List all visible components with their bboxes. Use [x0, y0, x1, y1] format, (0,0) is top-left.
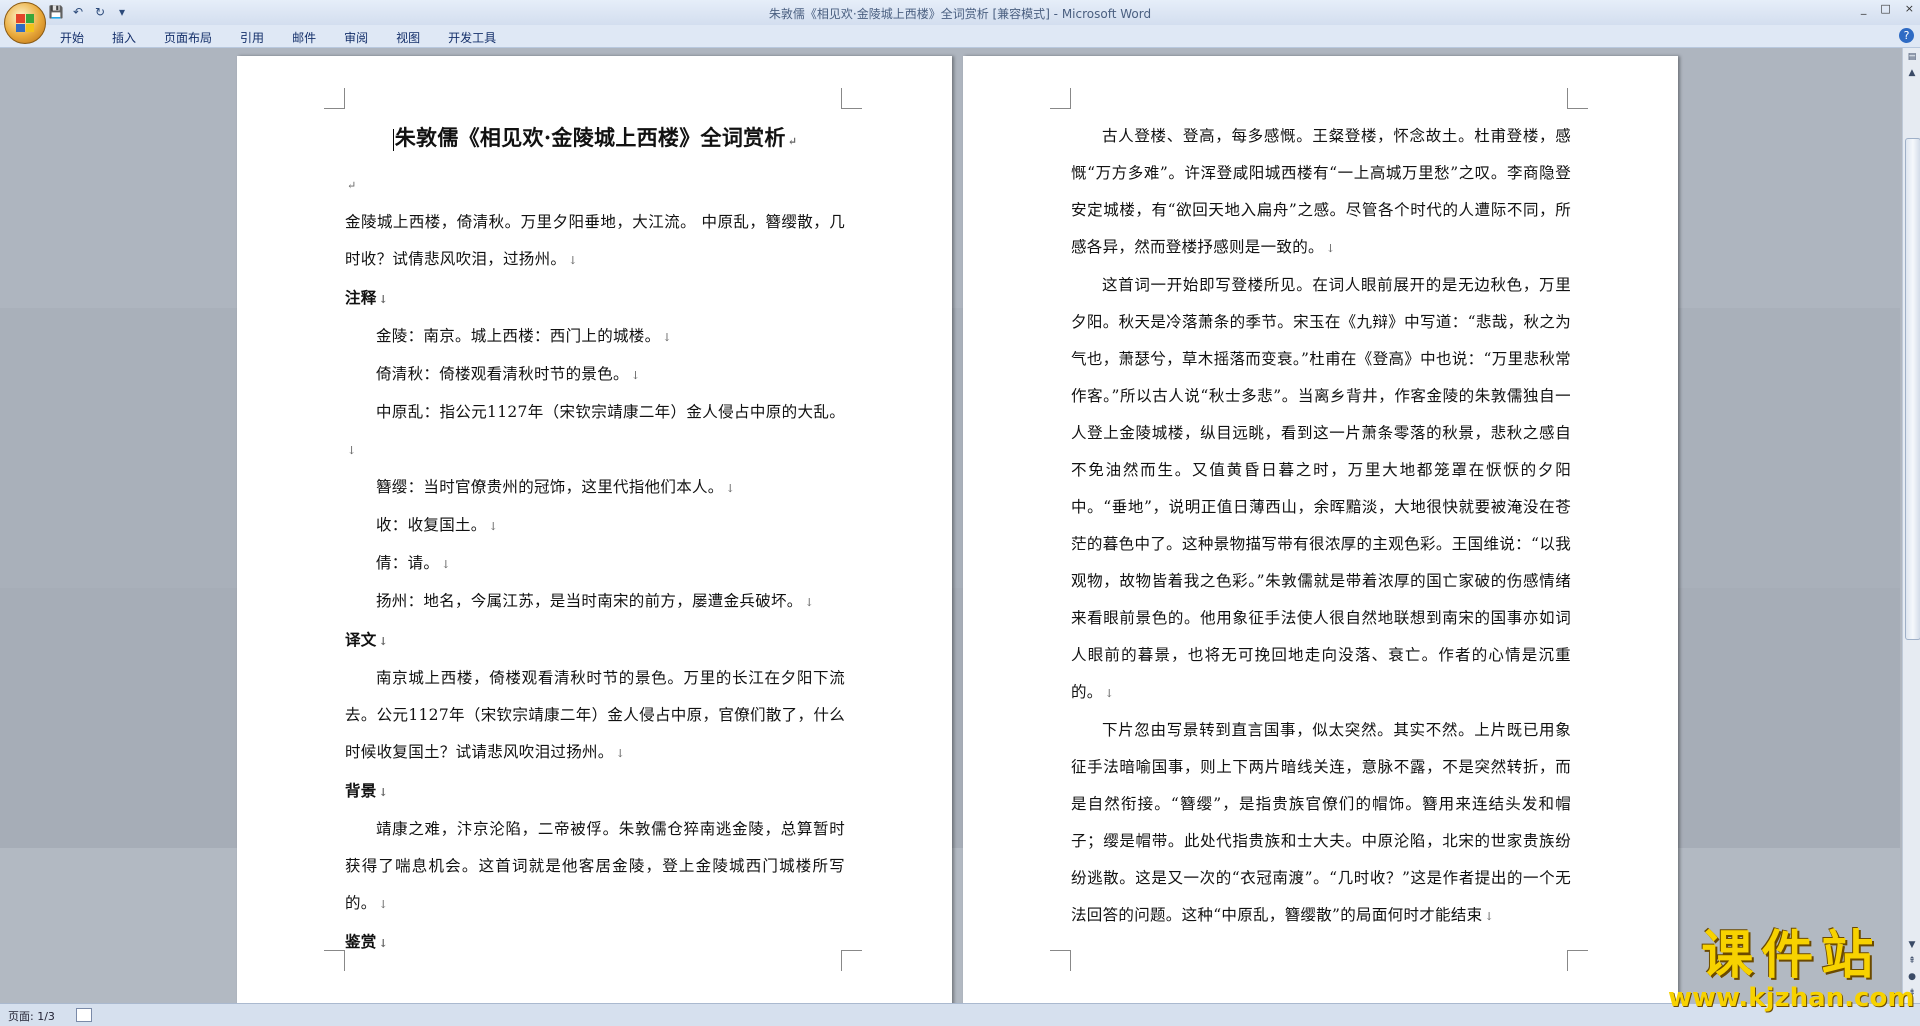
section-heading: 背景 ↓	[345, 772, 845, 811]
paragraph-text: 簪缨：当时官僚贵州的冠饰，这里代指他们本人。	[376, 478, 724, 496]
tab-review[interactable]: 审阅	[344, 29, 368, 46]
scroll-thumb[interactable]	[1905, 138, 1920, 640]
body-paragraph: 金陵城上西楼，倚清秋。万里夕阳垂地，大江流。 中原乱，簪缨散，几时收？试倩悲风吹…	[345, 204, 845, 279]
paragraph-mark: ↓	[630, 369, 641, 382]
empty-paragraph: ↵	[347, 179, 357, 192]
paragraph-text: 中原乱：指公元1127年（宋钦宗靖康二年）金人侵占中原的大乱。	[376, 403, 845, 421]
document-page-2[interactable]: 古人登楼、登高，每多感慨。王粲登楼，怀念故土。杜甫登楼，感慨“万方多难”。许浑登…	[963, 56, 1678, 1003]
paragraph-mark: ↓	[378, 786, 389, 799]
tab-page-layout[interactable]: 页面布局	[164, 29, 212, 46]
paragraph-mark: ↓	[441, 558, 451, 571]
maximize-button[interactable]: □	[1880, 2, 1890, 15]
body-paragraph: 倩：请。 ↓	[345, 545, 845, 583]
body-paragraph: 古人登楼、登高，每多感慨。王粲登楼，怀念故土。杜甫登楼，感慨“万方多难”。许浑登…	[1071, 118, 1571, 267]
paragraph-text: 背景	[345, 781, 377, 800]
crop-mark	[324, 950, 345, 971]
title-bar: 💾 ↶ ↻ ▾ 朱敦儒《相见欢·金陵城上西楼》全词赏析 [兼容模式] - Mic…	[0, 0, 1920, 25]
paragraph-mark: ↓	[1104, 687, 1115, 700]
paragraph-text: 扬州：地名，今属江苏，是当时南宋的前方，屡遭金兵破坏。	[376, 592, 803, 610]
paragraph-mark: ↓	[378, 293, 389, 306]
document-title: 朱敦儒《相见欢·金陵城上西楼》全词赏析 ↵	[392, 125, 798, 151]
tab-developer[interactable]: 开发工具	[448, 29, 496, 46]
office-button[interactable]	[4, 2, 46, 44]
body-paragraph: 金陵：南京。城上西楼：西门上的城楼。 ↓	[345, 318, 845, 356]
window-title: 朱敦儒《相见欢·金陵城上西楼》全词赏析 [兼容模式] - Microsoft W…	[768, 7, 1152, 21]
crop-mark	[324, 88, 345, 109]
body-paragraph: 南京城上西楼，倚楼观看清秋时节的景色。万里的长江在夕阳下流去。公元1127年（宋…	[345, 660, 845, 772]
ribbon-tab-bar: 开始 插入 页面布局 引用 邮件 审阅 视图 开发工具 ?	[0, 25, 1920, 48]
paragraph-text: 这首词一开始即写登楼所见。在词人眼前展开的是无边秋色，万里夕阳。秋天是冷落萧条的…	[1071, 276, 1571, 701]
paragraph-text: 鉴赏	[345, 932, 377, 951]
paragraph-mark: ↓	[488, 520, 499, 533]
paragraph-mark: ↓	[804, 596, 815, 609]
crop-mark	[1567, 88, 1588, 109]
tab-home[interactable]: 开始	[60, 29, 84, 46]
page-indicator[interactable]: 页面: 1/3	[8, 1008, 55, 1024]
help-icon[interactable]: ?	[1899, 28, 1914, 43]
paragraph-text: 金陵：南京。城上西楼：西门上的城楼。	[376, 327, 661, 345]
watermark-url: www.kjzhan.com	[1668, 983, 1915, 1013]
scroll-up-icon[interactable]: ▲	[1905, 66, 1919, 80]
paragraph-text: 倩：请。	[376, 554, 440, 572]
body-paragraph: 下片忽由写景转到直言国事，似太突然。其实不然。上片既已用象征手法暗喻国事，则上下…	[1071, 712, 1571, 935]
paragraph-mark: ↓	[1484, 910, 1494, 923]
section-heading: 鉴赏 ↓	[345, 923, 845, 962]
crop-mark	[1050, 950, 1071, 971]
paragraph-mark: ↓	[662, 331, 672, 344]
body-paragraph: 这首词一开始即写登楼所见。在词人眼前展开的是无边秋色，万里夕阳。秋天是冷落萧条的…	[1071, 267, 1571, 712]
office-logo-icon	[16, 14, 34, 32]
paragraph-mark: ↓	[568, 254, 578, 267]
paragraph-text: 译文	[345, 630, 377, 649]
crop-mark	[841, 88, 862, 109]
proofing-icon[interactable]	[76, 1008, 92, 1022]
watermark-logo: 课件站 www.kjzhan.com	[1668, 928, 1914, 1012]
paragraph-mark: ↓	[347, 444, 357, 457]
section-heading: 注释 ↓	[345, 279, 845, 318]
paragraph-text: 注释	[345, 288, 377, 307]
paragraph-mark: ↓	[1325, 242, 1336, 255]
body-paragraph: 靖康之难，汴京沦陷，二帝被俘。朱敦儒仓猝南逃金陵，总算暂时获得了喘息机会。这首词…	[345, 811, 845, 923]
crop-mark	[1567, 950, 1588, 971]
document-workspace: 朱敦儒《相见欢·金陵城上西楼》全词赏析 ↵ ↵ 金陵城上西楼，倚清秋。万里夕阳垂地…	[0, 48, 1900, 1003]
ribbon-tabs: 开始 插入 页面布局 引用 邮件 审阅 视图 开发工具	[60, 29, 496, 46]
document-page-1[interactable]: 朱敦儒《相见欢·金陵城上西楼》全词赏析 ↵ ↵ 金陵城上西楼，倚清秋。万里夕阳垂地…	[237, 56, 952, 1003]
ruler-toggle-icon[interactable]: ▤	[1905, 50, 1919, 64]
paragraph-mark: ↓	[378, 635, 389, 648]
tab-references[interactable]: 引用	[240, 29, 264, 46]
body-paragraph: 簪缨：当时官僚贵州的冠饰，这里代指他们本人。 ↓	[345, 469, 845, 507]
paragraph-text: 下片忽由写景转到直言国事，似太突然。其实不然。上片既已用象征手法暗喻国事，则上下…	[1071, 721, 1571, 924]
page-1-body: 金陵城上西楼，倚清秋。万里夕阳垂地，大江流。 中原乱，簪缨散，几时收？试倩悲风吹…	[345, 204, 845, 962]
paragraph-text: 倚清秋：倚楼观看清秋时节的景色。	[376, 365, 629, 383]
minimize-button[interactable]: _	[1861, 2, 1867, 15]
body-paragraph: 倚清秋：倚楼观看清秋时节的景色。 ↓	[345, 356, 845, 394]
tab-mailings[interactable]: 邮件	[292, 29, 316, 46]
paragraph-mark: ↓	[378, 898, 389, 911]
page-1-content: 朱敦儒《相见欢·金陵城上西楼》全词赏析 ↵ ↵ 金陵城上西楼，倚清秋。万里夕阳垂地…	[345, 118, 845, 962]
page-2-body: 古人登楼、登高，每多感慨。王粲登楼，怀念故土。杜甫登楼，感慨“万方多难”。许浑登…	[1071, 118, 1571, 935]
paragraph-mark: ↓	[725, 482, 736, 495]
status-bar: 页面: 1/3	[0, 1003, 1920, 1026]
vertical-scrollbar[interactable]: ▤ ▲ ▼ ⇞ ● ⇟	[1902, 48, 1920, 1003]
window-controls: _ □ ×	[1861, 2, 1914, 15]
paragraph-text: 收：收复国土。	[376, 516, 487, 534]
section-heading: 译文 ↓	[345, 621, 845, 660]
close-button[interactable]: ×	[1905, 2, 1914, 15]
body-paragraph: 扬州：地名，今属江苏，是当时南宋的前方，屡遭金兵破坏。 ↓	[345, 583, 845, 621]
page-2-content: 古人登楼、登高，每多感慨。王粲登楼，怀念故土。杜甫登楼，感慨“万方多难”。许浑登…	[1071, 118, 1571, 935]
paragraph-mark: ↓	[615, 747, 626, 760]
paragraph-text: 古人登楼、登高，每多感慨。王粲登楼，怀念故土。杜甫登楼，感慨“万方多难”。许浑登…	[1071, 127, 1571, 256]
tab-view[interactable]: 视图	[396, 29, 420, 46]
paragraph-text: 靖康之难，汴京沦陷，二帝被俘。朱敦儒仓猝南逃金陵，总算暂时获得了喘息机会。这首词…	[345, 820, 845, 912]
tab-insert[interactable]: 插入	[112, 29, 136, 46]
paragraph-mark: ↓	[378, 937, 389, 950]
text-cursor	[392, 128, 394, 151]
crop-mark	[1050, 88, 1071, 109]
watermark-text: 课件站	[1701, 926, 1882, 986]
paragraph-text: 南京城上西楼，倚楼观看清秋时节的景色。万里的长江在夕阳下流去。公元1127年（宋…	[345, 669, 845, 761]
paragraph-text: 金陵城上西楼，倚清秋。万里夕阳垂地，大江流。 中原乱，簪缨散，几时收？试倩悲风吹…	[345, 213, 845, 268]
document-title-text: 朱敦儒《相见欢·金陵城上西楼》全词赏析	[394, 125, 786, 150]
body-paragraph: 中原乱：指公元1127年（宋钦宗靖康二年）金人侵占中原的大乱。 ↓	[345, 394, 845, 469]
body-paragraph: 收：收复国土。 ↓	[345, 507, 845, 545]
